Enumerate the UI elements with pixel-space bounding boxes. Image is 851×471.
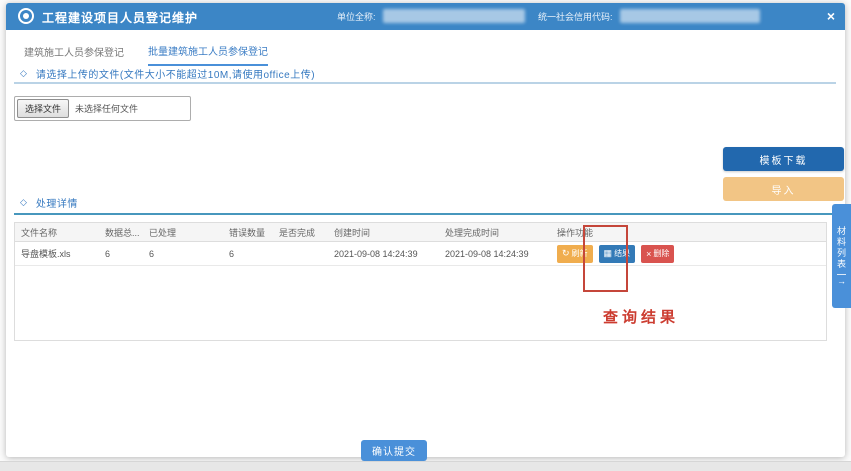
template-download-button[interactable]: 模板下载 xyxy=(723,147,844,171)
tab-batch-registration[interactable]: 批量建筑施工人员参保登记 xyxy=(148,43,268,66)
cell-finished-time: 2021-09-08 14:24:39 xyxy=(439,249,551,259)
app-logo-icon xyxy=(18,8,34,24)
upload-section-divider xyxy=(14,82,836,84)
processing-details-table: 文件名称 数据总... 已处理 错误数量 是否完成 创建时间 处理完成时间 操作… xyxy=(14,222,827,341)
tab-single-registration[interactable]: 建筑施工人员参保登记 xyxy=(24,43,124,66)
cell-created-time: 2021-09-08 14:24:39 xyxy=(328,249,439,259)
credit-code-redacted-value xyxy=(620,9,760,23)
result-label: 结果 xyxy=(614,248,630,259)
details-section-title: 处理详情 xyxy=(36,195,78,210)
col-data-total: 数据总... xyxy=(99,226,143,239)
row-actions: ↻ 刷新 ▦ 结果 × 删除 xyxy=(557,245,826,263)
choose-file-button[interactable]: 选择文件 xyxy=(17,99,69,118)
col-created-time: 创建时间 xyxy=(328,226,439,239)
file-input[interactable]: 选择文件 未选择任何文件 xyxy=(14,96,191,121)
col-processed: 已处理 xyxy=(143,226,223,239)
arrow-right-icon: → xyxy=(837,274,846,286)
material-list-label: 材料列表 xyxy=(835,226,848,270)
credit-code-field: 统一社会信用代码: xyxy=(538,9,760,23)
table-header-row: 文件名称 数据总... 已处理 错误数量 是否完成 创建时间 处理完成时间 操作… xyxy=(15,223,826,242)
confirm-submit-button[interactable]: 确认提交 xyxy=(361,440,427,461)
close-icon[interactable]: × xyxy=(827,7,835,25)
upload-section-title: 请选择上传的文件(文件大小不能超过10M,请使用office上传) xyxy=(36,66,315,81)
annotation-text: 查询结果 xyxy=(603,306,679,327)
col-error-count: 错误数量 xyxy=(223,226,273,239)
col-actions: 操作功能 xyxy=(551,226,826,239)
diamond-icon: ◇ xyxy=(20,68,27,79)
details-section-divider xyxy=(14,213,836,215)
col-file-name: 文件名称 xyxy=(15,226,99,239)
tab-bar: 建筑施工人员参保登记 批量建筑施工人员参保登记 xyxy=(24,43,268,66)
delete-x-icon: × xyxy=(646,249,651,259)
refresh-label: 刷新 xyxy=(572,248,588,259)
page-footer-strip xyxy=(0,461,851,471)
delete-button[interactable]: × 删除 xyxy=(641,245,674,263)
diamond-icon: ◇ xyxy=(20,197,27,208)
result-grid-icon: ▦ xyxy=(604,248,613,259)
modal-title: 工程建设项目人员登记维护 xyxy=(42,9,198,26)
table-row: 导盘模板.xls 6 6 6 2021-09-08 14:24:39 2021-… xyxy=(15,242,826,266)
details-section-header: ◇ 处理详情 xyxy=(20,195,78,210)
col-finished-time: 处理完成时间 xyxy=(439,226,551,239)
upload-section-header: ◇ 请选择上传的文件(文件大小不能超过10M,请使用office上传) xyxy=(20,66,315,81)
page-background: 工程建设项目人员登记维护 单位全称: 统一社会信用代码: × 建筑施工人员参保登… xyxy=(0,0,851,471)
unit-name-redacted-value xyxy=(383,9,525,23)
cell-processed: 6 xyxy=(143,249,223,259)
import-button[interactable]: 导入 xyxy=(723,177,844,201)
col-completed: 是否完成 xyxy=(273,226,328,239)
cell-error-count: 6 xyxy=(223,249,273,259)
personnel-registration-modal: 工程建设项目人员登记维护 单位全称: 统一社会信用代码: × 建筑施工人员参保登… xyxy=(6,3,845,457)
cell-data-total: 6 xyxy=(99,249,143,259)
credit-code-label: 统一社会信用代码: xyxy=(538,10,613,23)
unit-name-label: 单位全称: xyxy=(337,10,376,23)
delete-label: 删除 xyxy=(653,248,669,259)
result-button[interactable]: ▦ 结果 xyxy=(599,245,636,263)
material-list-side-tab[interactable]: 材料列表 → xyxy=(832,204,851,308)
no-file-chosen-text: 未选择任何文件 xyxy=(75,102,138,115)
refresh-button[interactable]: ↻ 刷新 xyxy=(557,245,593,263)
modal-header: 工程建设项目人员登记维护 单位全称: 统一社会信用代码: × xyxy=(6,3,845,30)
refresh-icon: ↻ xyxy=(562,248,570,259)
cell-file-name: 导盘模板.xls xyxy=(15,247,99,260)
unit-name-field: 单位全称: xyxy=(337,9,525,23)
